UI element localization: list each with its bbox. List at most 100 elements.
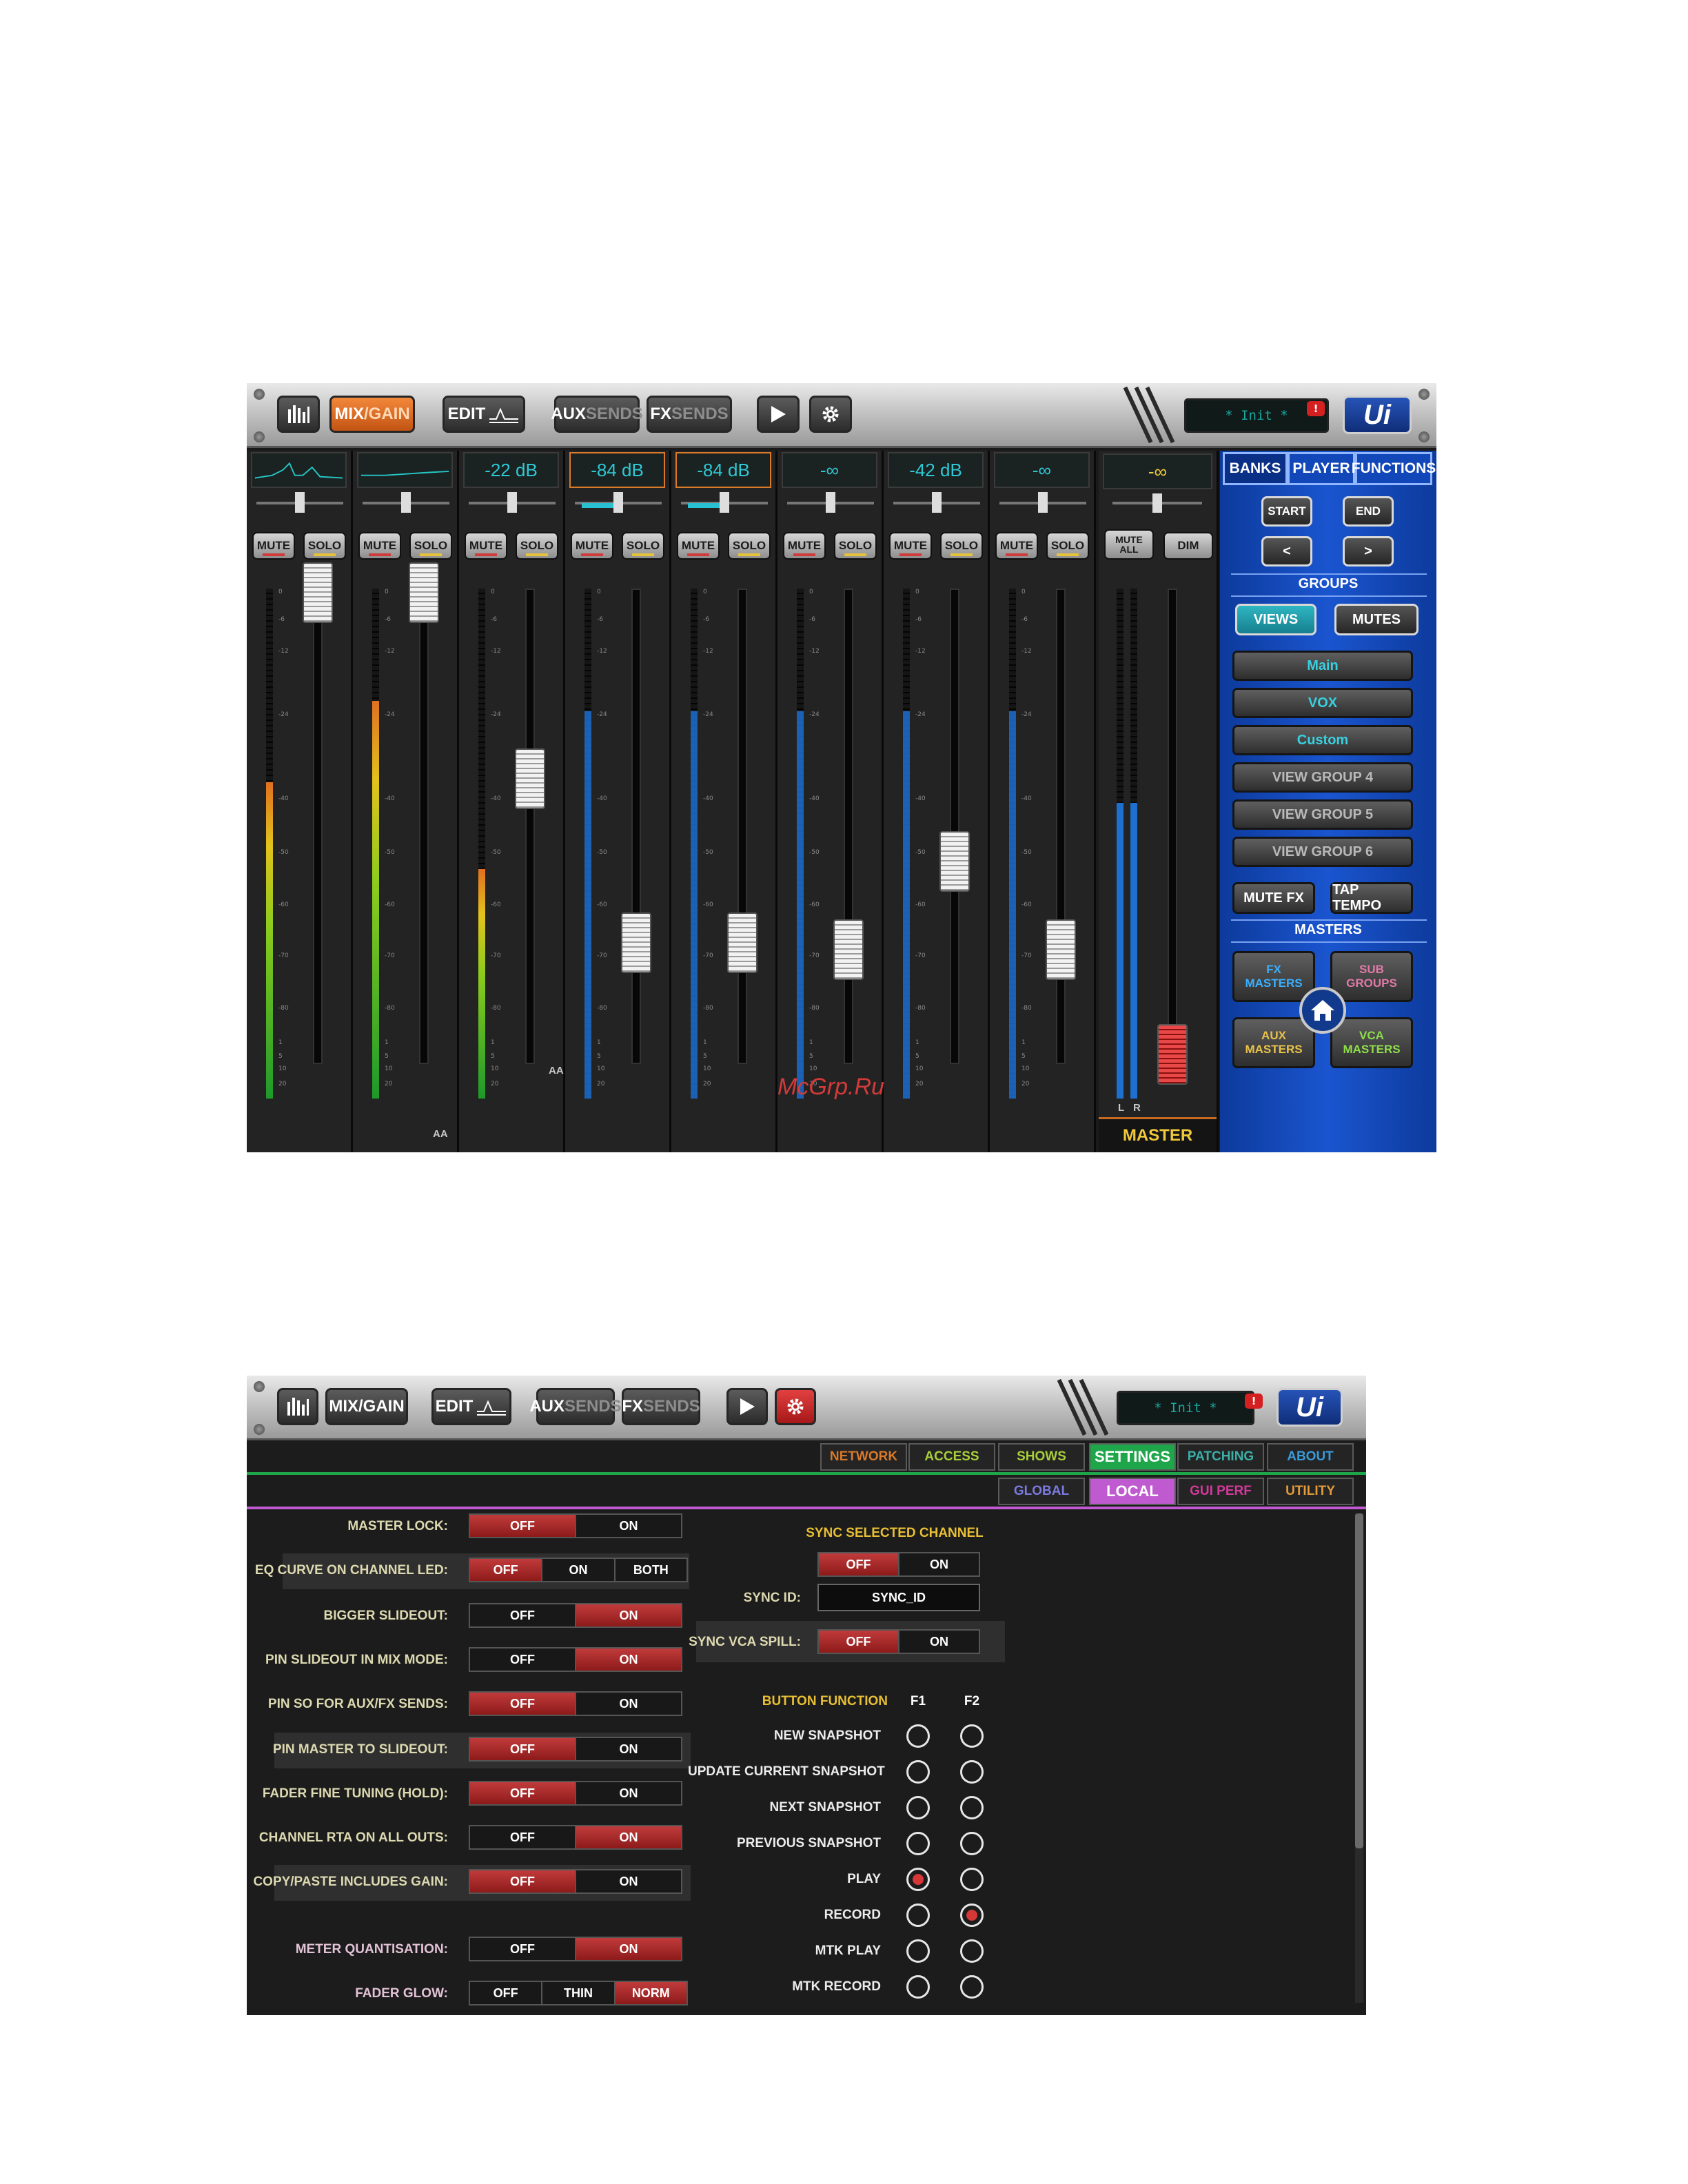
level-meter: [266, 589, 273, 1099]
tab-functions[interactable]: FUNCTIONS: [1352, 452, 1436, 485]
mute-button[interactable]: MUTE: [677, 532, 720, 560]
channel-fader[interactable]: [1046, 919, 1076, 980]
view-group-vox[interactable]: VOX: [1232, 688, 1413, 718]
channel-fader[interactable]: [833, 919, 864, 980]
f1-radio[interactable]: [906, 1832, 930, 1855]
home-icon: [1311, 1000, 1334, 1021]
f2-radio[interactable]: [960, 1724, 984, 1748]
channel-assign-tag: AA: [433, 1128, 448, 1140]
level-meter: [797, 589, 804, 1099]
channel-level-display: -∞: [994, 452, 1090, 488]
fx-masters-button[interactable]: FX MASTERS: [1232, 951, 1315, 1002]
solo-button[interactable]: SOLO: [516, 532, 558, 560]
aux-sends-button[interactable]: AUX SENDS: [551, 396, 643, 433]
f1-radio[interactable]: [906, 1939, 930, 1963]
pan-knob[interactable]: [613, 492, 623, 513]
f2-radio[interactable]: [960, 1832, 984, 1855]
f2-radio[interactable]: [960, 1939, 984, 1963]
view-group-main[interactable]: Main: [1232, 651, 1413, 681]
eq-curve-icon: [489, 407, 519, 423]
f2-radio[interactable]: [960, 1796, 984, 1819]
fader-track: [738, 589, 747, 1064]
channel-fader[interactable]: [515, 748, 545, 809]
dim-button[interactable]: DIM: [1163, 532, 1213, 560]
level-meter: [691, 589, 698, 1099]
channel-fader[interactable]: [727, 912, 757, 973]
mute-button[interactable]: MUTE: [571, 532, 613, 560]
pan-knob[interactable]: [932, 492, 942, 513]
bank-start-button[interactable]: START: [1261, 496, 1312, 527]
tap-tempo-button[interactable]: TAP TEMPO: [1330, 882, 1413, 914]
edit-button[interactable]: EDIT: [443, 396, 525, 433]
bank-end-button[interactable]: END: [1343, 496, 1394, 527]
channel-fader[interactable]: [939, 831, 970, 892]
solo-button[interactable]: SOLO: [409, 532, 452, 560]
pan-knob[interactable]: [720, 492, 729, 513]
tab-banks[interactable]: BANKS: [1223, 452, 1288, 485]
aux-masters-button[interactable]: AUX MASTERS: [1232, 1017, 1315, 1068]
bank-next-button[interactable]: >: [1343, 536, 1394, 567]
channel-fader[interactable]: [621, 912, 651, 973]
sub-groups-button[interactable]: SUB GROUPS: [1330, 951, 1413, 1002]
mute-button[interactable]: MUTE: [783, 532, 826, 560]
mute-button[interactable]: MUTE: [889, 532, 932, 560]
master-fader[interactable]: [1157, 1024, 1188, 1085]
mix-gain-button[interactable]: MIX/GAIN: [329, 396, 415, 433]
f1-radio[interactable]: [906, 1724, 930, 1748]
gear-icon: [822, 406, 839, 422]
solo-button[interactable]: SOLO: [940, 532, 983, 560]
solo-button[interactable]: SOLO: [622, 532, 664, 560]
f1-radio[interactable]: [906, 1796, 930, 1819]
channel-strip: MUTESOLO0-6-12-24-40-50-60-70-80151020CH…: [353, 451, 459, 1152]
mute-all-button[interactable]: MUTE ALL: [1104, 529, 1154, 560]
view-group-4[interactable]: VIEW GROUP 4: [1232, 762, 1413, 793]
pan-knob[interactable]: [401, 492, 411, 513]
mute-button[interactable]: MUTE: [995, 532, 1038, 560]
view-group-5[interactable]: VIEW GROUP 5: [1232, 799, 1413, 830]
play-button[interactable]: [757, 396, 800, 433]
views-button[interactable]: VIEWS: [1235, 604, 1316, 635]
f2-radio[interactable]: [960, 1868, 984, 1891]
mute-fx-button[interactable]: MUTE FX: [1232, 882, 1315, 914]
f2-radio[interactable]: [960, 1975, 984, 1999]
f1-radio[interactable]: [906, 1868, 930, 1891]
view-group-custom[interactable]: Custom: [1232, 725, 1413, 755]
solo-button[interactable]: SOLO: [834, 532, 877, 560]
mute-button[interactable]: MUTE: [465, 532, 507, 560]
alert-badge[interactable]: !: [1307, 401, 1325, 416]
mute-button[interactable]: MUTE: [358, 532, 401, 560]
function-label: PLAY: [847, 1872, 881, 1886]
solo-button[interactable]: SOLO: [303, 532, 346, 560]
meters-view-button[interactable]: [277, 396, 320, 433]
channel-fader[interactable]: [409, 562, 439, 623]
f2-radio[interactable]: [960, 1760, 984, 1784]
pan-knob[interactable]: [295, 492, 305, 513]
pan-knob[interactable]: [826, 492, 835, 513]
tab-player[interactable]: PLAYER: [1288, 452, 1355, 485]
f1-radio[interactable]: [906, 1760, 930, 1784]
fader-track: [313, 589, 323, 1064]
level-meter: [372, 589, 379, 1099]
f1-radio[interactable]: [906, 1904, 930, 1927]
mixer-screen: MIX/GAIN EDIT AUX SENDS FX SENDS * Init * …: [247, 383, 1436, 1152]
fx-sends-button[interactable]: FX SENDS: [647, 396, 732, 433]
mute-button[interactable]: MUTE: [252, 532, 295, 560]
f2-radio[interactable]: [960, 1904, 984, 1927]
master-pan-knob[interactable]: [1152, 493, 1162, 513]
settings-scrollbar[interactable]: [1355, 1513, 1363, 2003]
bank-prev-button[interactable]: <: [1261, 536, 1312, 567]
solo-button[interactable]: SOLO: [728, 532, 771, 560]
fader-track: [950, 589, 959, 1064]
view-group-6[interactable]: VIEW GROUP 6: [1232, 837, 1413, 867]
pan-knob[interactable]: [1038, 492, 1048, 513]
mutes-button[interactable]: MUTES: [1334, 604, 1418, 635]
channel-fader[interactable]: [303, 562, 333, 623]
settings-button[interactable]: [809, 396, 852, 433]
channel-level-display: [357, 452, 453, 488]
home-button[interactable]: [1299, 987, 1346, 1034]
f1-radio[interactable]: [906, 1975, 930, 1999]
pan-knob[interactable]: [507, 492, 517, 513]
solo-button[interactable]: SOLO: [1046, 532, 1089, 560]
db-scale: 0 -6 -12 -24 -40 -50 -60 -70 -80 1 5 10 20: [491, 589, 501, 1088]
vca-masters-button[interactable]: VCA MASTERS: [1330, 1017, 1413, 1068]
